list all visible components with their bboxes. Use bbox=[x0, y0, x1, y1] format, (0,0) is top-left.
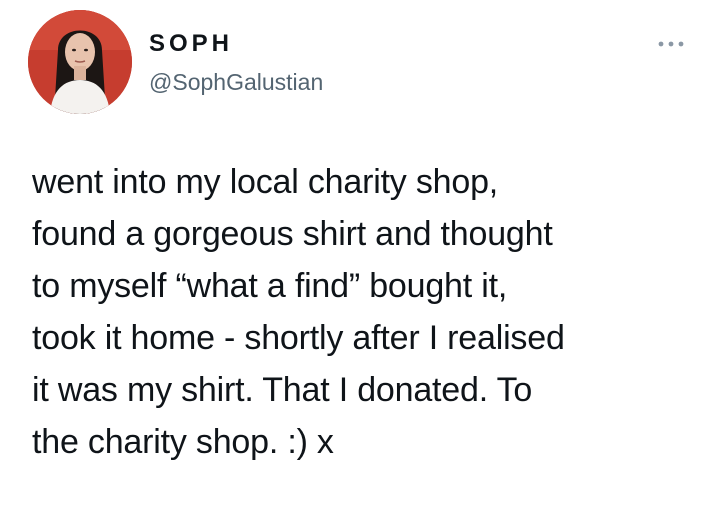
tweet-text-line: took it home - shortly after I realised bbox=[32, 319, 565, 357]
tweet-card: SOPH @SophGalustian went into my local c… bbox=[0, 0, 720, 517]
tweet-text-line: the charity shop. :) x bbox=[32, 423, 334, 461]
tweet-text-line: it was my shirt. That I donated. To bbox=[32, 371, 533, 409]
avatar-photo bbox=[28, 10, 132, 114]
tweet-text-line: found a gorgeous shirt and thought bbox=[32, 215, 553, 253]
more-options-icon bbox=[658, 41, 684, 47]
avatar[interactable] bbox=[28, 10, 132, 114]
tweet-text-line: to myself “what a find” bought it, bbox=[32, 267, 508, 305]
tweet-text-line: went into my local charity shop, bbox=[32, 163, 499, 201]
tweet-text: went into my local charity shop, found a… bbox=[32, 156, 704, 468]
author-handle[interactable]: @SophGalustian bbox=[149, 67, 323, 97]
author-display-name[interactable]: SOPH bbox=[149, 29, 233, 59]
more-options-button[interactable] bbox=[655, 34, 687, 54]
